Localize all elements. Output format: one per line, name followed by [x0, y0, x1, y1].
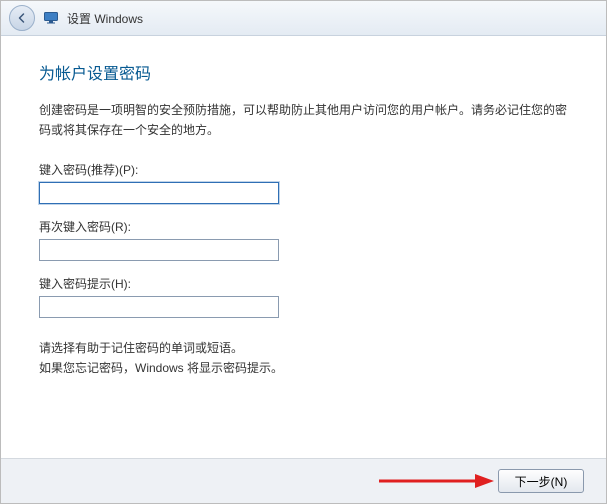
- password-input[interactable]: [39, 182, 279, 204]
- page-heading: 为帐户设置密码: [39, 60, 568, 84]
- annotation-arrow-icon: [379, 472, 494, 490]
- back-button[interactable]: [9, 5, 35, 31]
- hint-help-text: 请选择有助于记住密码的单词或短语。 如果您忘记密码，Windows 将显示密码提…: [39, 338, 568, 379]
- next-button[interactable]: 下一步(N): [498, 469, 584, 493]
- monitor-icon: [43, 10, 59, 26]
- content-area: 为帐户设置密码 创建密码是一项明智的安全预防措施，可以帮助防止其他用户访问您的用…: [1, 36, 606, 458]
- password-confirm-label: 再次键入密码(R):: [39, 218, 568, 235]
- setup-window: 设置 Windows 为帐户设置密码 创建密码是一项明智的安全预防措施，可以帮助…: [0, 0, 607, 504]
- hint-help-line1: 请选择有助于记住密码的单词或短语。: [39, 338, 568, 358]
- password-confirm-input[interactable]: [39, 239, 279, 261]
- window-title: 设置 Windows: [67, 10, 143, 27]
- hint-help-line2: 如果您忘记密码，Windows 将显示密码提示。: [39, 358, 568, 378]
- hint-field-group: 键入密码提示(H):: [39, 275, 568, 318]
- hint-input[interactable]: [39, 296, 279, 318]
- page-description: 创建密码是一项明智的安全预防措施，可以帮助防止其他用户访问您的用户帐户。请务必记…: [39, 100, 568, 141]
- password-confirm-field-group: 再次键入密码(R):: [39, 218, 568, 261]
- hint-label: 键入密码提示(H):: [39, 275, 568, 292]
- back-arrow-icon: [16, 12, 28, 24]
- titlebar: 设置 Windows: [1, 1, 606, 36]
- footer-bar: 下一步(N): [1, 458, 606, 503]
- password-label: 键入密码(推荐)(P):: [39, 161, 568, 178]
- password-field-group: 键入密码(推荐)(P):: [39, 161, 568, 204]
